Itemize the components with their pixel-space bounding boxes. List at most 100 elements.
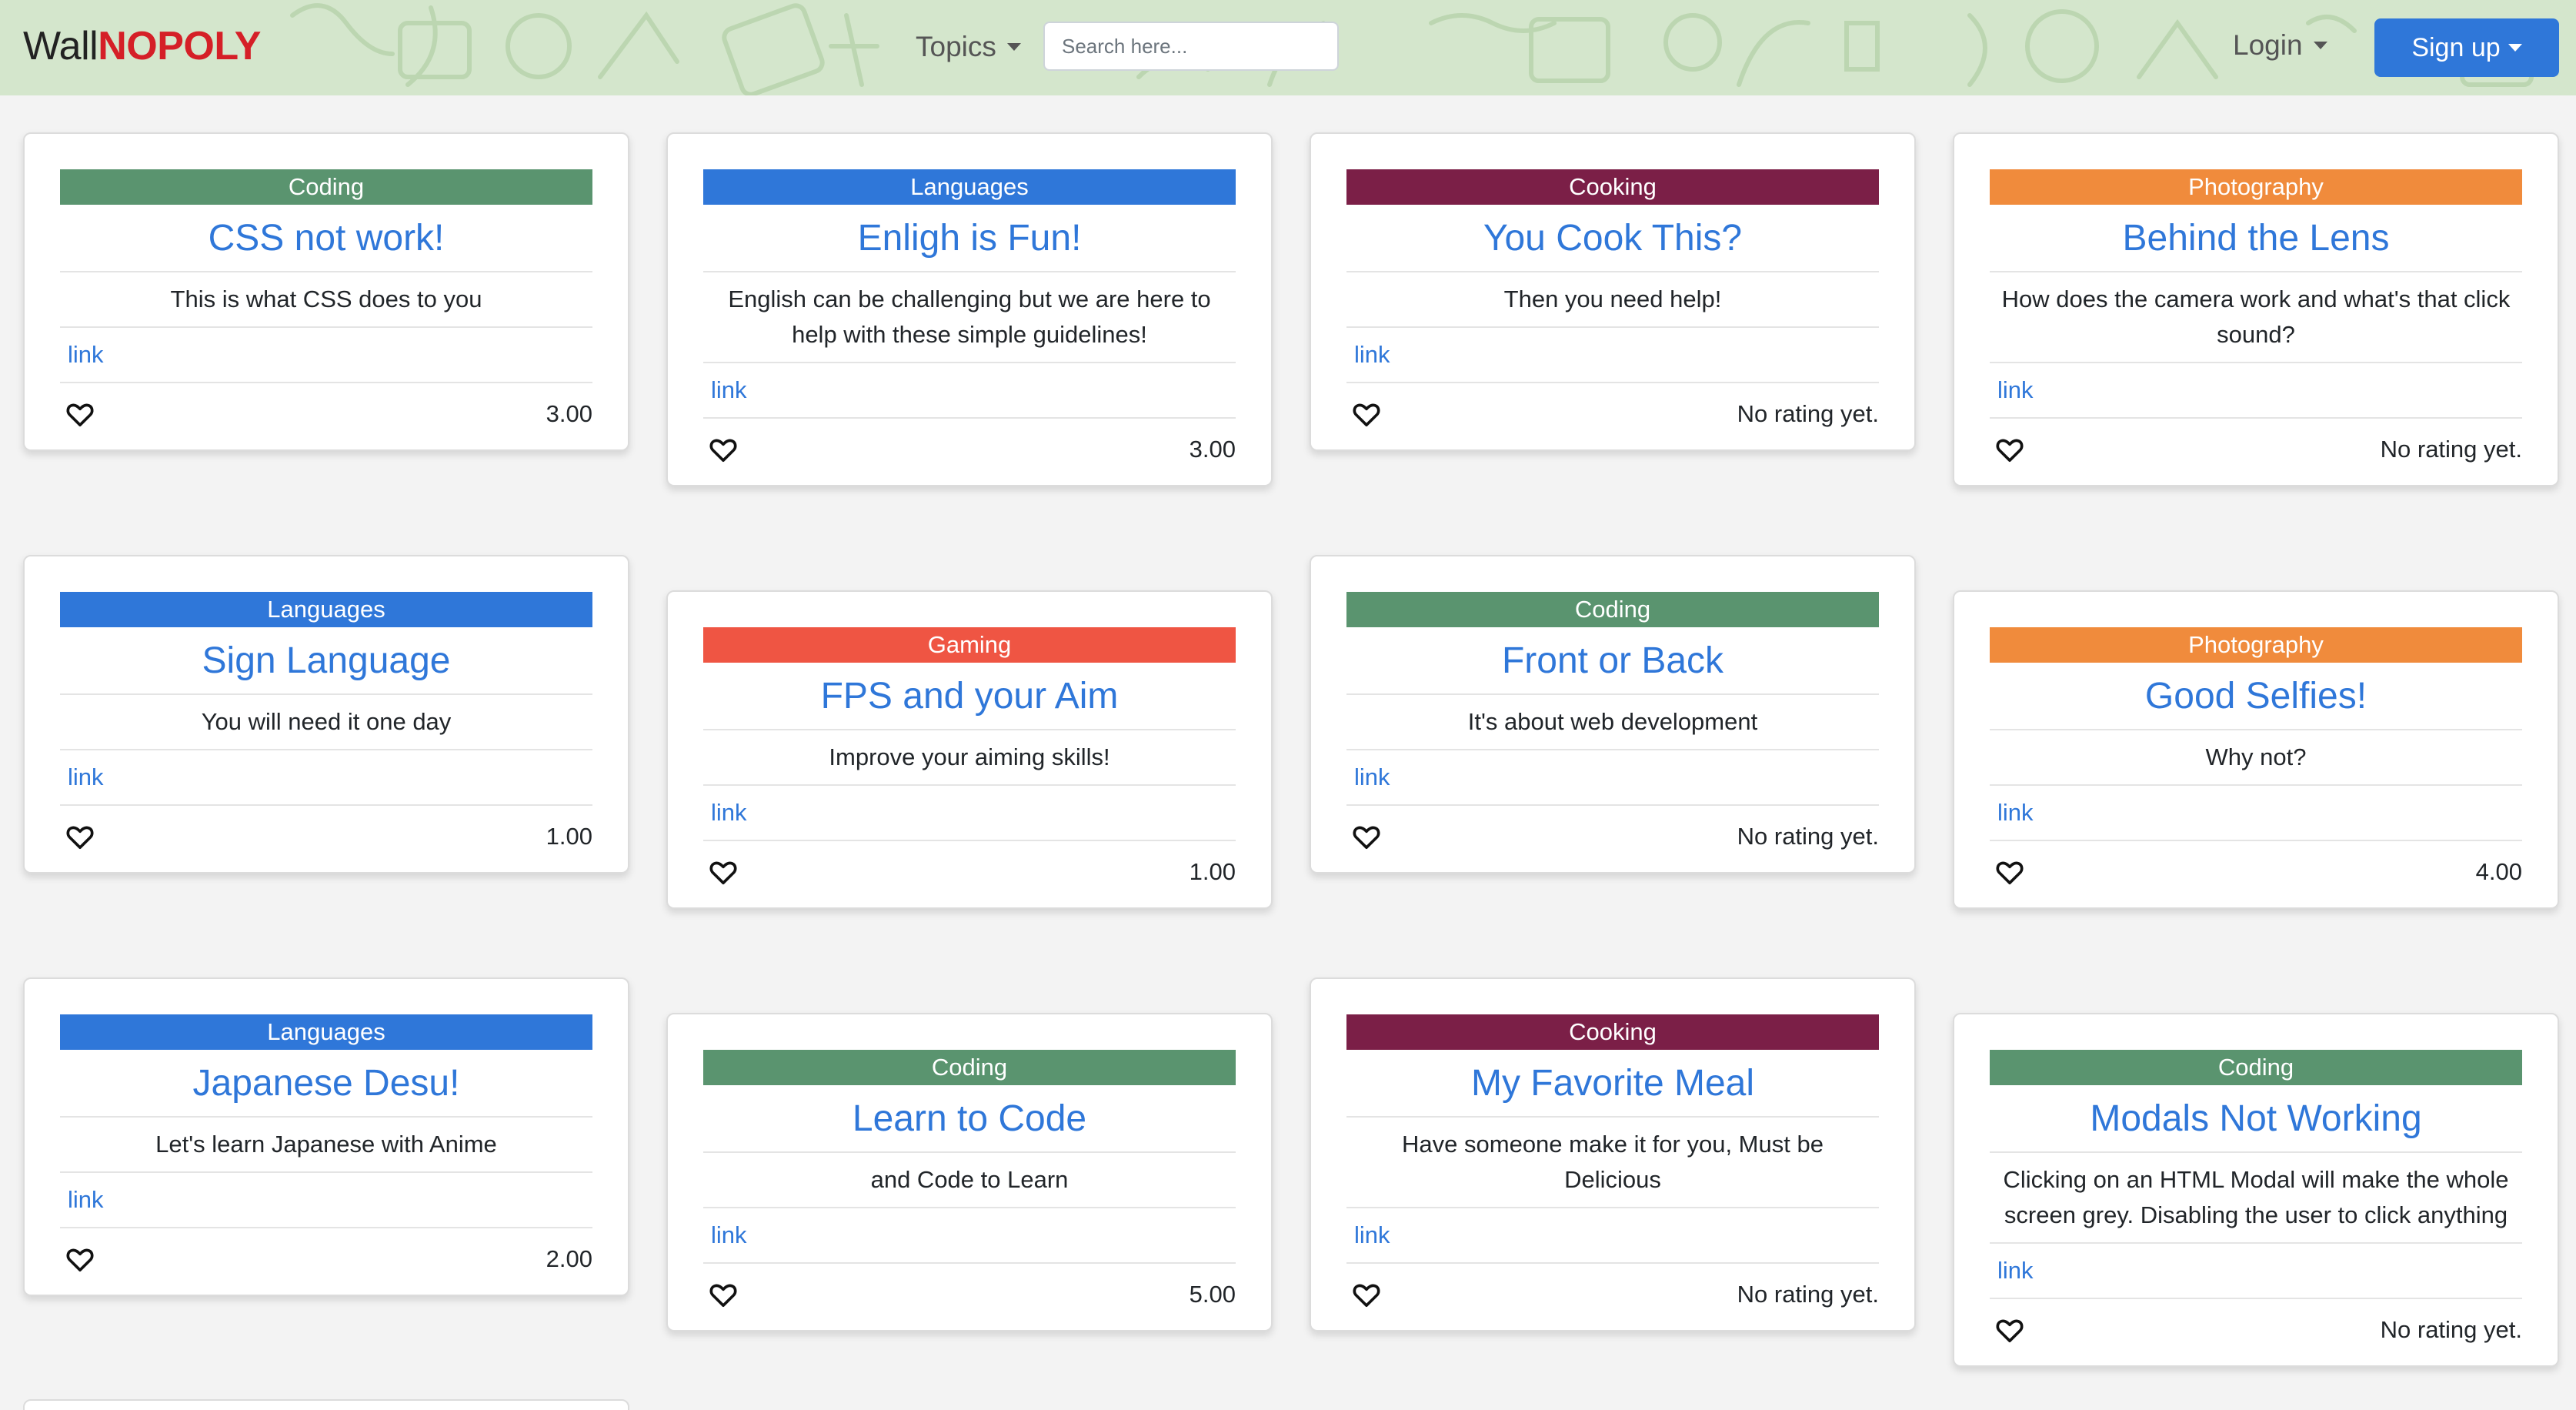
signup-button[interactable]: Sign up — [2374, 18, 2559, 77]
category-badge[interactable]: Coding — [60, 169, 592, 205]
category-badge[interactable]: Coding — [1990, 1050, 2522, 1085]
topic-card: Languages Sign Language You will need it… — [23, 555, 629, 874]
topic-card-partial — [23, 1399, 629, 1410]
card-footer: No rating yet. — [1346, 383, 1879, 449]
card-rating: 5.00 — [1189, 1281, 1236, 1308]
topic-card: Cooking You Cook This? Then you need hel… — [1310, 132, 1916, 451]
brand-logo[interactable]: WallNOPOLY — [23, 22, 261, 71]
category-badge[interactable]: Gaming — [703, 627, 1236, 663]
card-rating: No rating yet. — [1737, 1281, 1879, 1308]
heart-icon[interactable] — [1994, 434, 2025, 465]
brand-part1: Wall — [23, 24, 98, 68]
card-description: How does the camera work and what's that… — [1990, 272, 2522, 363]
chevron-down-icon — [2508, 44, 2522, 52]
card-link[interactable]: link — [1346, 750, 1879, 806]
category-badge[interactable]: Photography — [1990, 627, 2522, 663]
category-badge[interactable]: Languages — [60, 1014, 592, 1050]
search-input[interactable] — [1043, 22, 1339, 71]
card-link[interactable]: link — [60, 328, 592, 383]
card-link[interactable]: link — [1990, 363, 2522, 419]
card-title[interactable]: Good Selfies! — [1990, 663, 2522, 730]
card-title[interactable]: Sign Language — [60, 627, 592, 695]
card-description: English can be challenging but we are he… — [703, 272, 1236, 363]
card-title[interactable]: Modals Not Working — [1990, 1085, 2522, 1153]
card-link[interactable]: link — [1990, 1244, 2522, 1299]
card-description: Improve your aiming skills! — [703, 730, 1236, 786]
chevron-down-icon — [1006, 43, 1021, 51]
card-title[interactable]: Japanese Desu! — [60, 1050, 592, 1118]
card-rating: 2.00 — [546, 1245, 592, 1272]
topic-card: Gaming FPS and your Aim Improve your aim… — [666, 590, 1273, 909]
category-badge[interactable]: Languages — [703, 169, 1236, 205]
card-rating: 3.00 — [1189, 436, 1236, 463]
card-link[interactable]: link — [60, 1173, 592, 1228]
card-title[interactable]: Behind the Lens — [1990, 205, 2522, 272]
card-description: This is what CSS does to you — [60, 272, 592, 328]
card-footer: 5.00 — [703, 1264, 1236, 1330]
card-link[interactable]: link — [1346, 328, 1879, 383]
heart-icon[interactable] — [65, 399, 95, 429]
brand-part2: NOPOLY — [98, 24, 261, 68]
card-footer: 3.00 — [60, 383, 592, 449]
topic-card: Coding CSS not work! This is what CSS do… — [23, 132, 629, 451]
navbar: WallNOPOLY Topics Login Sign up — [0, 0, 2576, 95]
signup-label: Sign up — [2411, 32, 2501, 62]
card-link[interactable]: link — [60, 750, 592, 806]
card-rating: 3.00 — [546, 400, 592, 427]
card-title[interactable]: Enligh is Fun! — [703, 205, 1236, 272]
login-dropdown[interactable]: Login — [2233, 26, 2327, 65]
category-badge[interactable]: Languages — [60, 592, 592, 627]
heart-icon[interactable] — [1351, 399, 1382, 429]
heart-icon[interactable] — [1351, 821, 1382, 852]
card-link[interactable]: link — [1990, 786, 2522, 841]
topic-card: Photography Behind the Lens How does the… — [1953, 132, 2559, 486]
card-title[interactable]: Front or Back — [1346, 627, 1879, 695]
card-title[interactable]: You Cook This? — [1346, 205, 1879, 272]
card-title[interactable]: FPS and your Aim — [703, 663, 1236, 730]
card-description: and Code to Learn — [703, 1153, 1236, 1208]
chevron-down-icon — [2313, 42, 2327, 49]
heart-icon[interactable] — [65, 1244, 95, 1275]
category-badge[interactable]: Cooking — [1346, 1014, 1879, 1050]
category-badge[interactable]: Photography — [1990, 169, 2522, 205]
heart-icon[interactable] — [708, 857, 739, 887]
card-link[interactable]: link — [703, 1208, 1236, 1264]
card-title[interactable]: Learn to Code — [703, 1085, 1236, 1153]
card-rating: No rating yet. — [1737, 400, 1879, 427]
card-footer: 2.00 — [60, 1228, 592, 1295]
topic-card: Coding Learn to Code and Code to Learn l… — [666, 1013, 1273, 1331]
card-link[interactable]: link — [703, 363, 1236, 419]
card-link[interactable]: link — [703, 786, 1236, 841]
topic-card: Languages Enligh is Fun! English can be … — [666, 132, 1273, 486]
heart-icon[interactable] — [1994, 1315, 2025, 1345]
card-rating: 1.00 — [546, 823, 592, 850]
topics-label: Topics — [916, 31, 996, 62]
card-title[interactable]: My Favorite Meal — [1346, 1050, 1879, 1118]
heart-icon[interactable] — [1351, 1279, 1382, 1310]
card-title[interactable]: CSS not work! — [60, 205, 592, 272]
topic-card: Cooking My Favorite Meal Have someone ma… — [1310, 977, 1916, 1331]
category-badge[interactable]: Coding — [1346, 592, 1879, 627]
topic-card: Coding Modals Not Working Clicking on an… — [1953, 1013, 2559, 1367]
topic-card: Photography Good Selfies! Why not? link … — [1953, 590, 2559, 909]
topic-card: Coding Front or Back It's about web deve… — [1310, 555, 1916, 874]
card-footer: No rating yet. — [1990, 1299, 2522, 1365]
card-description: You will need it one day — [60, 695, 592, 750]
heart-icon[interactable] — [708, 434, 739, 465]
login-label: Login — [2233, 29, 2303, 61]
topic-card: Languages Japanese Desu! Let's learn Jap… — [23, 977, 629, 1296]
card-description: Clicking on an HTML Modal will make the … — [1990, 1153, 2522, 1244]
card-footer: 1.00 — [60, 806, 592, 872]
card-footer: 4.00 — [1990, 841, 2522, 907]
card-description: Let's learn Japanese with Anime — [60, 1118, 592, 1173]
heart-icon[interactable] — [65, 821, 95, 852]
card-footer: No rating yet. — [1346, 1264, 1879, 1330]
category-badge[interactable]: Coding — [703, 1050, 1236, 1085]
heart-icon[interactable] — [1994, 857, 2025, 887]
card-rating: No rating yet. — [2380, 1316, 2522, 1343]
card-link[interactable]: link — [1346, 1208, 1879, 1264]
heart-icon[interactable] — [708, 1279, 739, 1310]
topics-dropdown[interactable]: Topics — [916, 28, 1021, 66]
card-rating: 4.00 — [2475, 858, 2522, 885]
category-badge[interactable]: Cooking — [1346, 169, 1879, 205]
